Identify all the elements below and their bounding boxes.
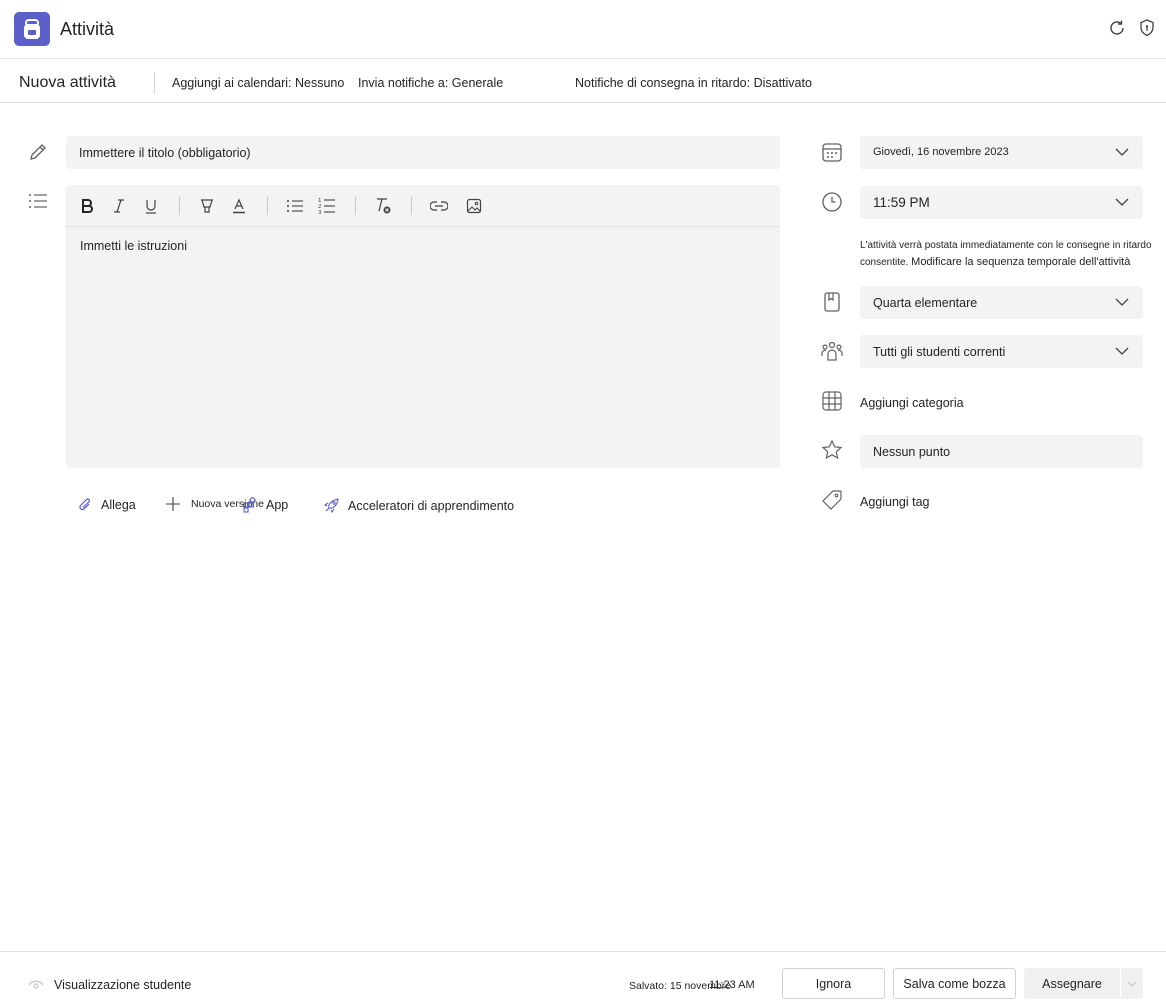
chevron-down-icon xyxy=(1127,981,1137,987)
instructions-editor[interactable]: 123 Immetti le istruzioni xyxy=(66,185,780,468)
learning-accelerators-label: Acceleratori di apprendimento xyxy=(348,498,515,513)
highlight-icon[interactable] xyxy=(197,196,217,216)
eye-icon xyxy=(28,980,44,989)
apps-icon xyxy=(243,497,257,513)
assign-button[interactable]: Assegnare xyxy=(1024,968,1120,999)
shield-icon[interactable] xyxy=(1137,18,1157,38)
divider xyxy=(154,72,155,94)
notebook-icon xyxy=(821,291,843,313)
toolbar-separator xyxy=(267,197,268,215)
toolbar-separator xyxy=(179,197,180,215)
clock-icon xyxy=(821,191,843,213)
bullet-list-icon[interactable] xyxy=(285,196,305,216)
svg-text:3: 3 xyxy=(318,210,322,215)
due-time-dropdown[interactable]: 11:59 PM xyxy=(860,186,1143,219)
student-view-button[interactable]: Visualizzazione studente xyxy=(28,978,191,992)
due-time-value: 11:59 PM xyxy=(873,195,930,210)
discard-button[interactable]: Ignora xyxy=(782,968,885,999)
paperclip-icon xyxy=(79,498,90,511)
app-header xyxy=(0,0,1166,59)
late-notifications-link[interactable]: Notifiche di consegna in ritardo: Disatt… xyxy=(575,76,812,90)
numbered-list-icon[interactable]: 123 xyxy=(317,196,337,216)
add-to-calendars-link[interactable]: Aggiungi ai calendari: Nessuno xyxy=(172,76,344,90)
text-description-icon xyxy=(27,190,49,212)
attach-label: Allega xyxy=(101,498,136,512)
due-date-value: Giovedì, 16 novembre 2023 xyxy=(873,146,1009,158)
assign-menu-button[interactable] xyxy=(1121,968,1143,999)
calendar-icon xyxy=(821,141,843,163)
page-title: Nuova attività xyxy=(19,74,116,91)
app-button[interactable]: App xyxy=(243,497,288,513)
title-input[interactable] xyxy=(66,136,780,169)
due-date-dropdown[interactable]: Giovedì, 16 novembre 2023 xyxy=(860,136,1143,169)
schedule-note: L'attività verrà postata immediatamente … xyxy=(860,238,1156,271)
save-draft-button[interactable]: Salva come bozza xyxy=(893,968,1016,999)
font-color-icon[interactable] xyxy=(229,196,249,216)
star-icon xyxy=(821,439,843,461)
send-notifications-link[interactable]: Invia notifiche a: Generale xyxy=(358,76,503,90)
add-tag-link[interactable]: Aggiungi tag xyxy=(860,495,930,509)
plus-icon xyxy=(166,497,180,511)
learning-accelerators-button[interactable]: Acceleratori di apprendimento xyxy=(323,497,514,514)
title-input-wrapper xyxy=(66,136,780,169)
students-value: Tutti gli studenti correnti xyxy=(873,345,1006,359)
tag-icon xyxy=(821,489,843,511)
chevron-down-icon xyxy=(1115,347,1129,355)
backpack-icon xyxy=(14,12,50,46)
points-input[interactable]: Nessun punto xyxy=(860,435,1143,468)
edit-timeline-link[interactable]: Modificare la sequenza temporale dell'at… xyxy=(911,256,1130,268)
link-icon[interactable] xyxy=(429,196,449,216)
grid-icon xyxy=(821,390,843,412)
toolbar-separator xyxy=(355,197,356,215)
chevron-down-icon xyxy=(1115,148,1129,156)
app-title: Attività xyxy=(60,19,115,39)
bold-icon[interactable] xyxy=(77,196,97,216)
attach-button[interactable]: Allega xyxy=(78,497,136,513)
instructions-placeholder: Immetti le istruzioni xyxy=(80,239,187,253)
chevron-down-icon xyxy=(1115,198,1129,206)
refresh-icon[interactable] xyxy=(1107,18,1127,38)
chevron-down-icon xyxy=(1115,298,1129,306)
people-group-icon xyxy=(821,340,843,362)
clear-format-icon[interactable] xyxy=(373,196,393,216)
student-view-label: Visualizzazione studente xyxy=(54,978,192,992)
image-icon[interactable] xyxy=(464,196,484,216)
class-value: Quarta elementare xyxy=(873,296,978,310)
class-dropdown[interactable]: Quarta elementare xyxy=(860,286,1143,319)
italic-icon[interactable] xyxy=(109,196,129,216)
rocket-icon xyxy=(323,498,339,514)
toolbar-separator xyxy=(411,197,412,215)
add-category-link[interactable]: Aggiungi categoria xyxy=(860,396,964,410)
pencil-icon xyxy=(27,141,49,163)
students-dropdown[interactable]: Tutti gli studenti correnti xyxy=(860,335,1143,368)
underline-icon[interactable] xyxy=(141,196,161,216)
editor-toolbar: 123 xyxy=(66,185,780,227)
app-label: App xyxy=(266,498,289,512)
saved-time: 11:23 AM xyxy=(709,979,755,991)
points-value: Nessun punto xyxy=(873,445,951,459)
